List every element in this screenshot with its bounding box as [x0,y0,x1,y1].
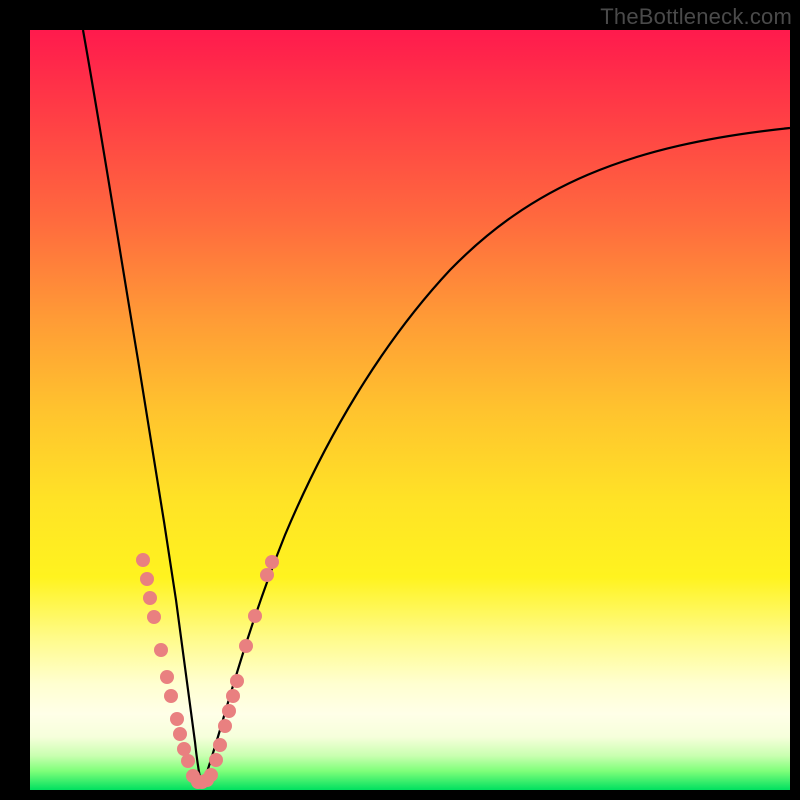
plot-area [30,30,790,790]
chart-frame: TheBottleneck.com [0,0,800,800]
bottleneck-curve-left [83,30,202,787]
markers-bottom [186,768,218,789]
watermark-text: TheBottleneck.com [600,4,792,30]
curves-svg [30,30,790,790]
markers-left [136,553,195,768]
bottleneck-curve-right [202,128,790,787]
